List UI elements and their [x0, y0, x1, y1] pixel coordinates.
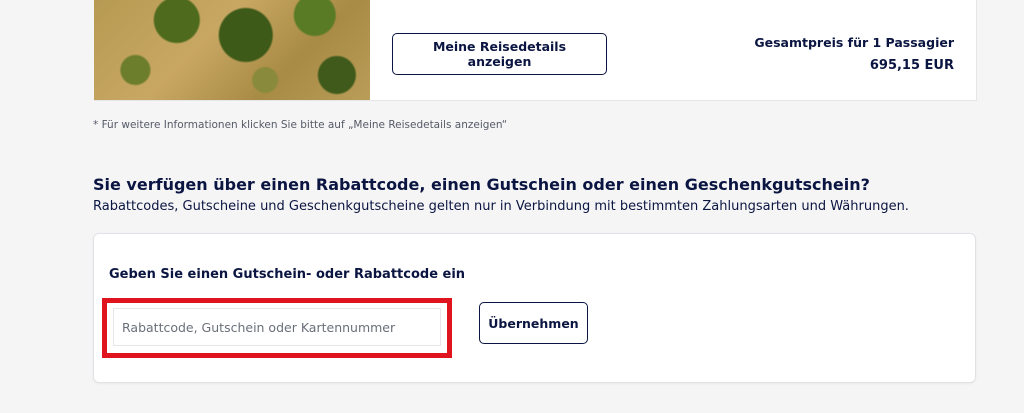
voucher-card: Geben Sie einen Gutschein- oder Rabattco…	[93, 233, 976, 383]
discount-section-subtitle: Rabattcodes, Gutscheine und Geschenkguts…	[93, 199, 909, 214]
total-price-value: 695,15 EUR	[869, 58, 954, 73]
show-trip-details-button[interactable]: Meine Reisedetails anzeigen	[392, 33, 607, 75]
voucher-heading: Geben Sie einen Gutschein- oder Rabattco…	[109, 267, 466, 282]
voucher-code-input[interactable]	[113, 308, 441, 346]
discount-section-title: Sie verfügen über einen Rabattcode, eine…	[93, 175, 870, 194]
total-price-label: Gesamtpreis für 1 Passagier	[754, 35, 954, 50]
apply-voucher-button[interactable]: Übernehmen	[479, 302, 588, 344]
trip-summary-card: Meine Reisedetails anzeigen Gesamtpreis …	[94, 0, 977, 101]
destination-image	[94, 0, 370, 100]
input-highlight-frame	[102, 298, 452, 358]
details-footnote: * Für weitere Informationen klicken Sie …	[93, 119, 508, 131]
